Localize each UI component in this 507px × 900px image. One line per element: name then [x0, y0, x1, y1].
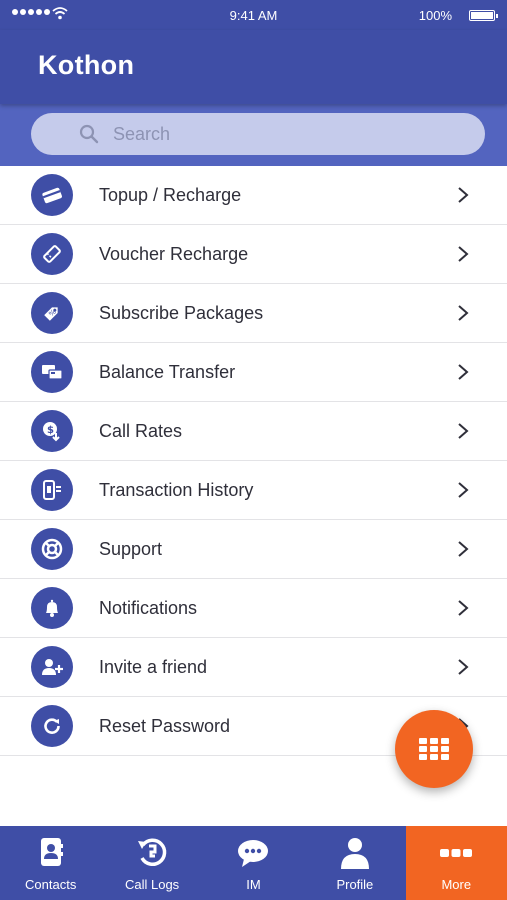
chevron-right-icon: [458, 482, 469, 498]
search-input[interactable]: [113, 119, 453, 149]
menu-item-support[interactable]: Support: [0, 520, 507, 579]
chevron-right-icon: [458, 600, 469, 616]
tab-profile[interactable]: Profile: [304, 826, 405, 900]
status-bar: 9:41 AM 100%: [0, 0, 507, 30]
rate-icon: $: [31, 410, 73, 452]
search-bar: [0, 104, 507, 166]
voucher-icon: [31, 233, 73, 275]
search-box[interactable]: [31, 113, 485, 155]
chevron-right-icon: [458, 541, 469, 557]
chevron-right-icon: [458, 305, 469, 321]
menu-item-topup-recharge[interactable]: Topup / Recharge: [0, 166, 507, 225]
svg-text:$: $: [47, 425, 54, 436]
menu-item-label: Topup / Recharge: [99, 185, 242, 205]
menu-item-label: Transaction History: [99, 480, 254, 500]
menu-item-invite-a-friend[interactable]: Invite a friend: [0, 638, 507, 697]
app-title: Kothon: [38, 50, 135, 80]
menu-item-subscribe-packages[interactable]: % Subscribe Packages: [0, 284, 507, 343]
chat-icon: [238, 840, 269, 867]
more-icon: [440, 849, 473, 857]
menu-item-transaction-history[interactable]: Transaction History: [0, 461, 507, 520]
menu-list: Topup / Recharge Voucher Recharge % Subs…: [0, 166, 507, 756]
search-icon: [79, 124, 99, 144]
call-logs-icon: [138, 838, 167, 866]
bottom-tab-bar: Contacts Call Logs IM Profile More: [0, 826, 507, 900]
menu-item-label: Balance Transfer: [99, 362, 236, 382]
app-header: Kothon: [0, 30, 507, 104]
chevron-right-icon: [458, 246, 469, 262]
menu-item-label: Notifications: [99, 598, 198, 618]
menu-item-label: Support: [99, 539, 163, 559]
dialpad-icon: [419, 738, 449, 760]
chevron-right-icon: [458, 187, 469, 203]
profile-icon: [340, 838, 369, 869]
history-icon: [31, 469, 73, 511]
battery-percentage: 100%: [418, 8, 452, 23]
support-icon: [31, 528, 73, 570]
transfer-icon: [31, 351, 73, 393]
tab-label: Call Logs: [124, 877, 180, 892]
reset-icon: [31, 705, 73, 747]
chevron-right-icon: [458, 364, 469, 380]
chevron-right-icon: [458, 659, 469, 675]
package-tag-icon: %: [31, 292, 73, 334]
tab-call-logs[interactable]: Call Logs: [101, 826, 202, 900]
battery-icon: [469, 10, 498, 21]
tab-label: More: [441, 877, 472, 892]
contacts-icon: [40, 838, 63, 866]
tab-label: IM: [246, 877, 261, 892]
menu-item-notifications[interactable]: Notifications: [0, 579, 507, 638]
tab-label: Profile: [336, 877, 374, 892]
menu-item-label: Subscribe Packages: [99, 303, 264, 323]
chevron-right-icon: [458, 423, 469, 439]
tab-label: Contacts: [25, 877, 77, 892]
tab-contacts[interactable]: Contacts: [0, 826, 101, 900]
menu-item-label: Reset Password: [99, 716, 231, 736]
card-icon: [31, 174, 73, 216]
tab-im[interactable]: IM: [203, 826, 304, 900]
menu-item-label: Invite a friend: [99, 657, 208, 677]
bell-icon: [31, 587, 73, 629]
menu-item-label: Voucher Recharge: [99, 244, 249, 264]
menu-item-voucher-recharge[interactable]: Voucher Recharge: [0, 225, 507, 284]
menu-item-call-rates[interactable]: $ Call Rates: [0, 402, 507, 461]
menu-item-balance-transfer[interactable]: Balance Transfer: [0, 343, 507, 402]
add-user-icon: [31, 646, 73, 688]
tab-more[interactable]: More: [405, 826, 507, 900]
menu-item-label: Call Rates: [99, 421, 183, 441]
dialpad-fab-button[interactable]: [395, 710, 473, 788]
